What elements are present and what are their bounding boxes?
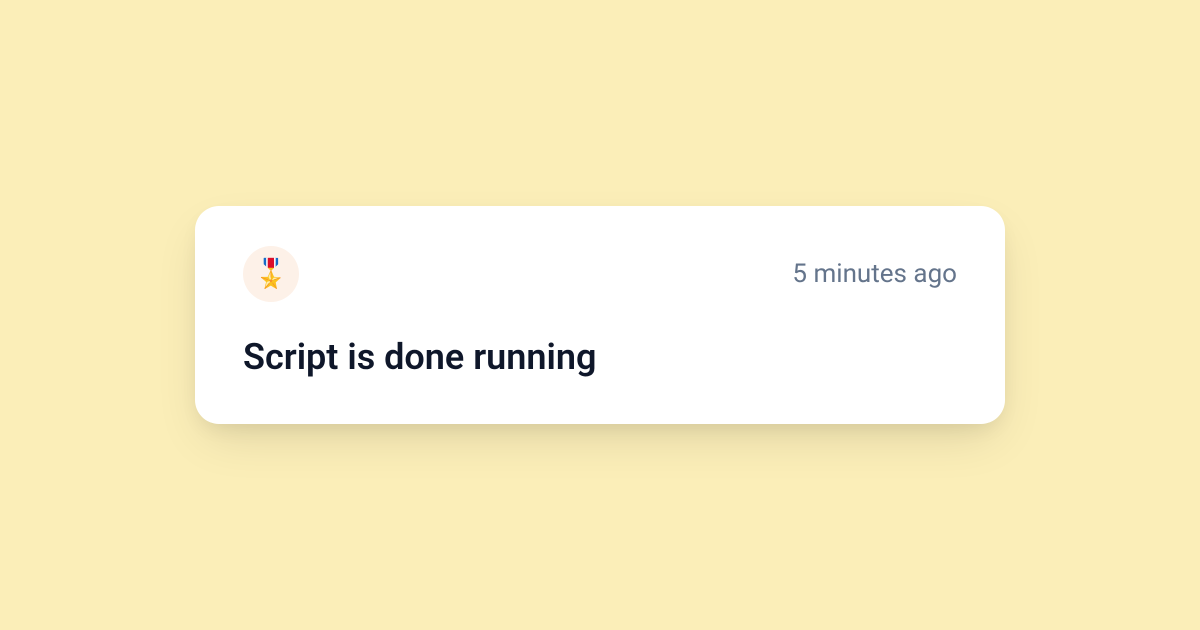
notification-message: Script is done running <box>243 334 957 381</box>
notification-icon-badge: 🎖️ <box>243 246 299 302</box>
medal-icon: 🎖️ <box>254 260 289 288</box>
notification-card[interactable]: 🎖️ 5 minutes ago Script is done running <box>195 206 1005 425</box>
notification-header: 🎖️ 5 minutes ago <box>243 246 957 302</box>
notification-timestamp: 5 minutes ago <box>792 259 957 289</box>
